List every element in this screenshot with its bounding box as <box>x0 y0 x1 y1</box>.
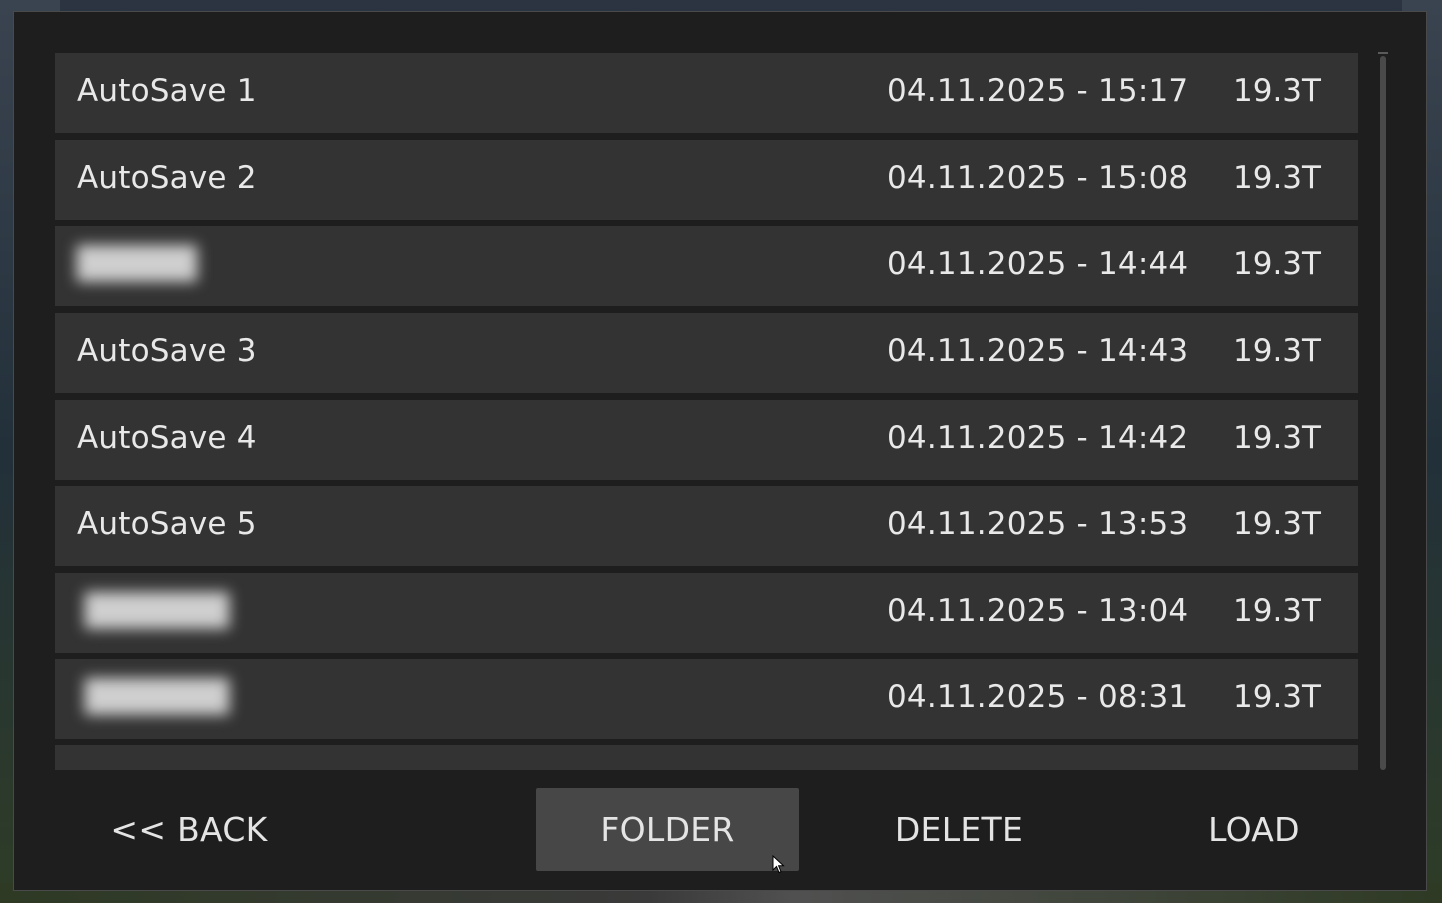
save-name-redacted: ██████ <box>85 593 230 629</box>
save-row[interactable]: AutoSave 5 04.11.2025 - 13:53 19.3T <box>55 486 1358 566</box>
save-name: AutoSave 4 <box>77 420 257 456</box>
save-date: 04.11.2025 - 14:43 <box>887 333 1189 369</box>
mouse-cursor-icon <box>772 855 785 874</box>
list-scrollbar[interactable] <box>1378 52 1388 770</box>
save-date: 04.11.2025 - 15:08 <box>887 160 1189 196</box>
scrollbar-cap <box>1378 52 1388 54</box>
save-row[interactable] <box>55 745 1358 770</box>
save-row[interactable]: AutoSave 2 04.11.2025 - 15:08 19.3T <box>55 140 1358 220</box>
save-date: 04.11.2025 - 15:17 <box>887 73 1189 109</box>
save-name: AutoSave 5 <box>77 506 257 542</box>
save-row[interactable]: AutoSave 1 04.11.2025 - 15:17 19.3T <box>55 53 1358 133</box>
save-date: 04.11.2025 - 13:04 <box>887 593 1189 629</box>
save-size: 19.3T <box>1233 679 1321 715</box>
save-size: 19.3T <box>1233 160 1321 196</box>
save-size: 19.3T <box>1233 73 1321 109</box>
back-button[interactable]: << BACK <box>94 788 284 871</box>
save-date: 04.11.2025 - 13:53 <box>887 506 1189 542</box>
scrollbar-thumb[interactable] <box>1380 56 1386 770</box>
save-row[interactable]: ██████ 04.11.2025 - 08:31 19.3T <box>55 659 1358 739</box>
save-size: 19.3T <box>1233 246 1321 282</box>
save-row[interactable]: █████ 04.11.2025 - 14:44 19.3T <box>55 226 1358 306</box>
save-row[interactable]: AutoSave 3 04.11.2025 - 14:43 19.3T <box>55 313 1358 393</box>
save-size: 19.3T <box>1233 333 1321 369</box>
save-name: AutoSave 3 <box>77 333 257 369</box>
save-size: 19.3T <box>1233 506 1321 542</box>
delete-button[interactable]: DELETE <box>859 788 1059 871</box>
save-name: AutoSave 1 <box>77 73 257 109</box>
save-size: 19.3T <box>1233 593 1321 629</box>
save-name: AutoSave 2 <box>77 160 257 196</box>
folder-button[interactable]: FOLDER <box>536 788 799 871</box>
save-list: AutoSave 1 04.11.2025 - 15:17 19.3T Auto… <box>55 53 1358 770</box>
load-button[interactable]: LOAD <box>1164 788 1344 871</box>
save-date: 04.11.2025 - 14:42 <box>887 420 1189 456</box>
save-name-redacted: ██████ <box>85 679 230 715</box>
save-row[interactable]: AutoSave 4 04.11.2025 - 14:42 19.3T <box>55 400 1358 480</box>
save-date: 04.11.2025 - 14:44 <box>887 246 1189 282</box>
save-date: 04.11.2025 - 08:31 <box>887 679 1189 715</box>
save-size: 19.3T <box>1233 420 1321 456</box>
save-row[interactable]: ██████ 04.11.2025 - 13:04 19.3T <box>55 573 1358 653</box>
save-name-redacted: █████ <box>77 246 198 282</box>
load-save-dialog: AutoSave 1 04.11.2025 - 15:17 19.3T Auto… <box>13 11 1427 891</box>
